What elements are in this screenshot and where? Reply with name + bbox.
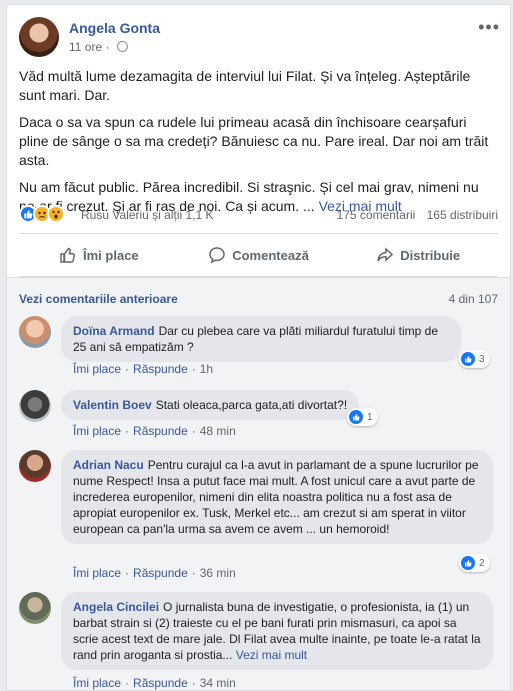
author-name[interactable]: Angela Gonta [69,20,160,36]
commenter-name[interactable]: Doïna Armand [73,324,155,338]
comment-time[interactable]: 48 min [200,424,236,438]
comment-like-link[interactable]: Îmi place [73,424,121,438]
comment-reactions[interactable]: 2 [459,554,490,572]
like-icon [461,352,475,366]
comment-like-link[interactable]: Îmi place [73,566,121,580]
post-meta: 11 ore · [69,40,128,54]
shares-count[interactable]: 165 distribuiri [427,208,498,222]
comment-time[interactable]: 36 min [200,566,236,580]
view-previous-comments-link[interactable]: Vezi comentariile anterioare [19,292,178,306]
like-icon [461,556,475,570]
comment-actions: Îmi place · Răspunde · 48 min [73,424,236,438]
author-avatar[interactable] [19,17,59,57]
like-icon [349,410,363,424]
comment-like-count: 2 [479,557,485,569]
commenter-avatar[interactable] [19,390,51,422]
comment-actions: Îmi place · Răspunde · 34 min [73,676,236,690]
like-button[interactable]: Îmi place [19,234,179,276]
comment-reply-link[interactable]: Răspunde [133,566,188,580]
comment-reactions[interactable]: 3 [459,350,490,368]
comment-bubble: Adrian Nacu Pentru curajul ca l-a avut in… [61,450,493,544]
globe-icon[interactable] [116,41,128,52]
comment-like-link[interactable]: Îmi place [73,362,121,376]
post-counts: 175 comentarii 165 distribuiri [337,208,498,222]
comment-see-more-link[interactable]: Vezi mai mult [236,648,307,662]
comments-page-count: 4 din 107 [448,292,498,306]
comments-section: Vezi comentariile anterioare 4 din 107 D… [7,277,510,690]
reactions-summary[interactable]: Rusu Valeriu și alții 1,1 K [81,208,214,222]
comment-time[interactable]: 34 min [200,676,236,690]
comment-text: Stati oleaca,parca gata,ati divortat?! [155,398,348,412]
share-icon [377,247,394,262]
comment-item: Angela Cincilei O jurnalista buna de inve… [19,592,498,690]
reaction-icons[interactable] [19,205,65,223]
comment-like-count: 1 [367,411,373,423]
post-header: Angela Gonta 11 ore · ••• [19,17,500,61]
commenter-name[interactable]: Adrian Nacu [73,458,144,472]
comment-label: Comentează [232,247,309,263]
post-paragraph: Văd multă lume dezamagita de interviul l… [19,68,471,103]
post-card: Angela Gonta 11 ore · ••• Văd multă lume… [6,4,511,691]
commenter-name[interactable]: Valentin Boev [73,398,152,412]
commenter-name[interactable]: Angela Cincilei [73,600,159,614]
comment-bubble: Doïna Armand Dar cu plebea care va plăti … [61,316,461,362]
comment-actions: Îmi place · Răspunde · 36 min [73,566,236,580]
previous-comments-row: Vezi comentariile anterioare 4 din 107 [19,292,498,306]
post-actions: Îmi place Comentează Distribuie [19,233,498,277]
comment-actions: Îmi place · Răspunde · 1h [73,362,214,376]
comment-reply-link[interactable]: Răspunde [133,424,188,438]
comment-item: Doïna Armand Dar cu plebea care va plăti … [19,316,498,376]
post-body: Văd multă lume dezamagita de interviul l… [19,67,498,224]
wow-icon [47,205,65,223]
comment-bubble: Angela Cincilei O jurnalista buna de inve… [61,592,493,670]
more-options-icon[interactable]: ••• [478,17,500,38]
comment-like-link[interactable]: Îmi place [73,676,121,690]
post-stats: Rusu Valeriu și alții 1,1 K 175 comentar… [19,205,498,225]
comment-like-count: 3 [479,353,485,365]
like-label: Îmi place [83,247,139,263]
comment-reactions[interactable]: 1 [347,408,378,426]
commenter-avatar[interactable] [19,450,51,482]
post-paragraph: Daca o sa va spun ca rudele lui primeau … [19,114,489,168]
commenter-avatar[interactable] [19,592,51,624]
comment-icon [209,247,225,264]
share-label: Distribuie [400,247,461,263]
post-time[interactable]: 11 ore [69,40,102,54]
comments-count[interactable]: 175 comentarii [337,208,416,222]
comment-reply-link[interactable]: Răspunde [133,362,188,376]
comment-item: Adrian Nacu Pentru curajul ca l-a avut in… [19,450,498,590]
commenter-avatar[interactable] [19,316,51,348]
comment-bubble: Valentin Boev Stati oleaca,parca gata,ati… [61,390,360,420]
comment-item: Valentin Boev Stati oleaca,parca gata,ati… [19,390,498,440]
comment-button[interactable]: Comentează [179,234,339,276]
comment-time[interactable]: 1h [200,362,213,376]
comment-reply-link[interactable]: Răspunde [133,676,188,690]
thumbs-up-icon [60,247,75,263]
share-button[interactable]: Distribuie [338,234,498,276]
